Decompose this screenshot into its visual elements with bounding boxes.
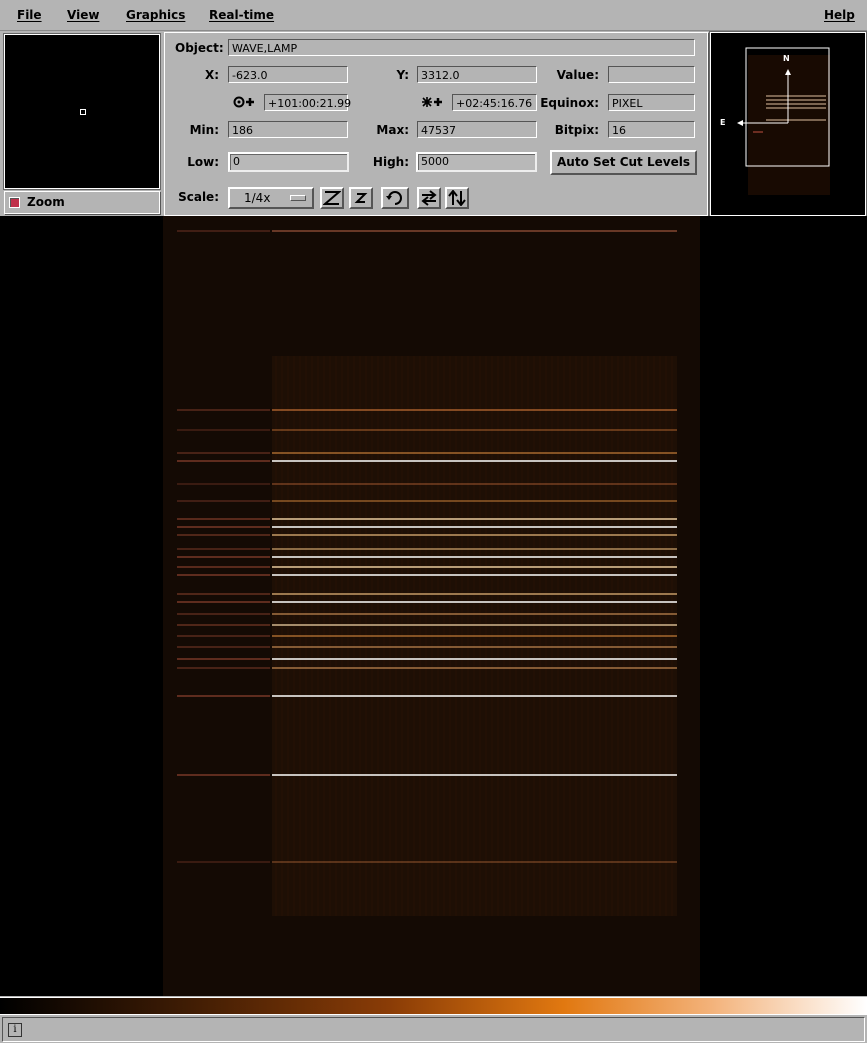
zoom-in-icon bbox=[323, 191, 341, 205]
menu-help[interactable]: Help bbox=[824, 8, 855, 22]
zoom-out-button[interactable] bbox=[349, 187, 373, 209]
low-input[interactable]: 0 bbox=[228, 152, 349, 172]
zoom-out-icon bbox=[354, 193, 368, 203]
status-bar: i bbox=[0, 1015, 867, 1043]
option-menu-indicator-icon bbox=[290, 195, 306, 201]
bitpix-label: Bitpix: bbox=[554, 123, 599, 137]
spectrum-image bbox=[163, 216, 700, 996]
zoom-checkbox[interactable] bbox=[9, 197, 20, 208]
zoom-toggle-label: Zoom bbox=[27, 195, 65, 209]
object-label: Object: bbox=[175, 41, 224, 55]
info-icon: i bbox=[8, 1023, 22, 1037]
scale-value: 1/4x bbox=[244, 191, 271, 205]
x-field: -623.0 bbox=[228, 66, 348, 83]
menu-file[interactable]: File bbox=[17, 8, 42, 22]
delta-plus-icon bbox=[421, 95, 443, 112]
equinox-field: PIXEL bbox=[608, 94, 695, 111]
equinox-label: Equinox: bbox=[540, 96, 599, 110]
pan-window[interactable]: N E bbox=[710, 32, 866, 216]
main-image-canvas[interactable] bbox=[0, 216, 867, 996]
zoom-toggle[interactable]: Zoom bbox=[4, 191, 160, 214]
max-label: Max: bbox=[376, 123, 409, 137]
dec-field: +02:45:16.76 bbox=[452, 94, 537, 111]
high-label: High: bbox=[372, 155, 409, 169]
y-label: Y: bbox=[396, 68, 409, 82]
max-field: 47537 bbox=[417, 121, 537, 138]
rotate-icon bbox=[386, 191, 402, 205]
scale-menu[interactable]: 1/4x bbox=[228, 187, 314, 209]
ra-field: +101:00:21.99 bbox=[264, 94, 351, 111]
east-label: E bbox=[720, 118, 726, 127]
flip-x-icon bbox=[421, 190, 437, 206]
flip-y-icon bbox=[448, 190, 466, 206]
scale-label: Scale: bbox=[178, 190, 219, 204]
zoom-in-button[interactable] bbox=[320, 187, 344, 209]
rotate-button[interactable] bbox=[381, 187, 409, 209]
value-label: Value: bbox=[556, 68, 599, 82]
zoom-cursor-marker bbox=[80, 109, 86, 115]
high-input[interactable]: 5000 bbox=[416, 152, 537, 172]
status-message-area: i bbox=[2, 1017, 865, 1042]
min-field: 186 bbox=[228, 121, 348, 138]
value-field bbox=[608, 66, 695, 83]
alpha-plus-icon bbox=[233, 95, 255, 112]
bitpix-field: 16 bbox=[608, 121, 695, 138]
zoom-window bbox=[4, 34, 160, 189]
min-label: Min: bbox=[189, 123, 219, 137]
flip-y-button[interactable] bbox=[445, 187, 469, 209]
low-label: Low: bbox=[187, 155, 219, 169]
colorbar bbox=[0, 997, 867, 1015]
info-panel: Object: WAVE,LAMP X: -623.0 Y: 3312.0 Va… bbox=[164, 32, 708, 216]
menu-graphics[interactable]: Graphics bbox=[126, 8, 185, 22]
object-field: WAVE,LAMP bbox=[228, 39, 695, 56]
menu-bar: File View Graphics Real-time Help bbox=[0, 0, 867, 31]
menu-view[interactable]: View bbox=[67, 8, 99, 22]
x-label: X: bbox=[204, 68, 219, 82]
north-label: N bbox=[783, 54, 790, 63]
flip-x-button[interactable] bbox=[417, 187, 441, 209]
y-field: 3312.0 bbox=[417, 66, 537, 83]
auto-set-cut-levels-button[interactable]: Auto Set Cut Levels bbox=[550, 150, 697, 175]
menu-realtime[interactable]: Real-time bbox=[209, 8, 274, 22]
